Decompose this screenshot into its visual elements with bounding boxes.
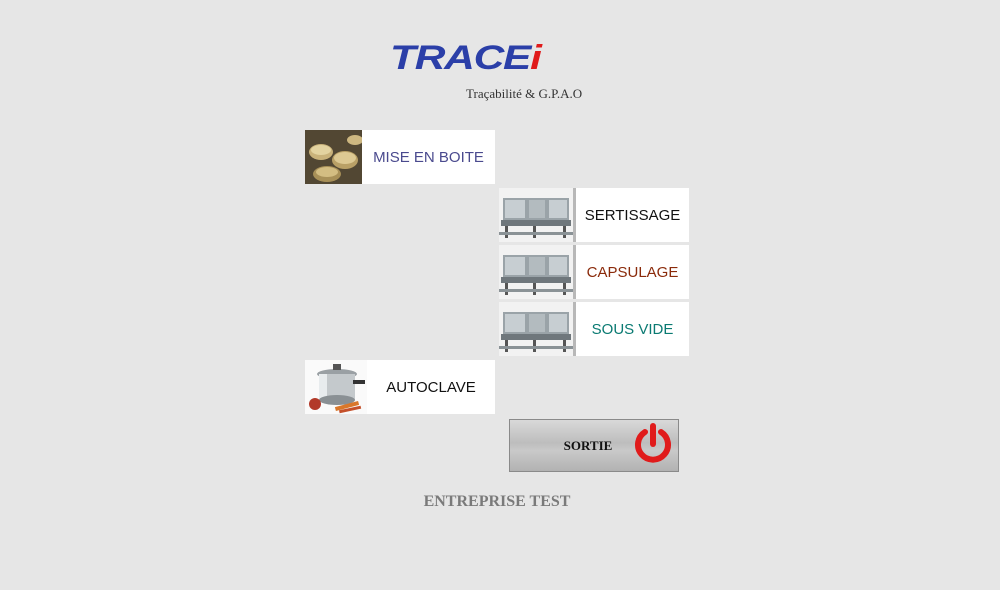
logo-accent-text: i bbox=[530, 39, 542, 77]
exit-button[interactable]: SORTIE bbox=[509, 419, 679, 472]
menu-label-capsulage: CAPSULAGE bbox=[586, 263, 679, 281]
menu-button-sertissage[interactable]: SERTISSAGE bbox=[499, 188, 689, 242]
machine-thumbnail bbox=[499, 188, 573, 242]
menu-button-sous-vide[interactable]: SOUS VIDE bbox=[499, 302, 689, 356]
machine-thumbnail bbox=[499, 302, 573, 356]
menu-button-autoclave[interactable]: AUTOCLAVE bbox=[305, 360, 495, 414]
cans-thumbnail bbox=[305, 130, 362, 184]
autoclave-thumbnail bbox=[305, 360, 367, 414]
menu-label-autoclave: AUTOCLAVE bbox=[386, 378, 476, 396]
machine-thumbnail bbox=[499, 245, 573, 299]
tagline: Traçabilité & G.P.A.O bbox=[466, 86, 583, 101]
power-icon bbox=[630, 422, 676, 468]
menu-button-capsulage[interactable]: CAPSULAGE bbox=[499, 245, 689, 299]
menu-label-mise-en-boite: MISE EN BOITE bbox=[373, 148, 484, 166]
menu-label-sertissage: SERTISSAGE bbox=[584, 206, 681, 224]
menu-button-mise-en-boite[interactable]: MISE EN BOITE bbox=[305, 130, 495, 184]
tracei-logo: TRACEi bbox=[390, 40, 590, 76]
menu-label-sous-vide: SOUS VIDE bbox=[591, 320, 674, 338]
company-name: ENTREPRISE TEST bbox=[423, 493, 571, 510]
logo-main-text: TRACE bbox=[390, 39, 531, 77]
